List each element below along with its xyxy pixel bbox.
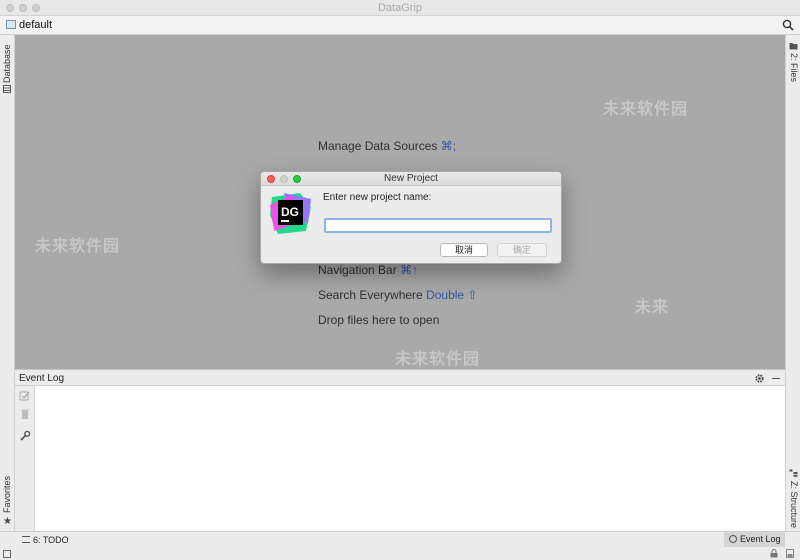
- project-name-input[interactable]: [324, 218, 552, 233]
- gear-icon[interactable]: [754, 373, 765, 384]
- new-project-dialog: New Project DG Enter new project name: 取…: [260, 171, 562, 264]
- list-icon: [22, 536, 30, 543]
- welcome-item-search-everywhere: Search Everywhere Double ⇧: [318, 288, 478, 302]
- favorites-tool-tab[interactable]: Favorites: [2, 476, 12, 513]
- ok-button[interactable]: 确定: [497, 243, 547, 257]
- mark-read-icon[interactable]: [19, 390, 31, 402]
- todo-tool-tab[interactable]: 6: TODO: [22, 535, 69, 545]
- cancel-button[interactable]: 取消: [440, 243, 488, 257]
- event-log-content: [35, 386, 785, 531]
- event-log-tool-tab[interactable]: Event Log: [724, 532, 785, 547]
- watermark: 未来软件园: [395, 351, 481, 368]
- dialog-title: New Project: [384, 173, 438, 184]
- shortcut-label: ⌘;: [440, 139, 457, 153]
- tool-windows-toggle-icon[interactable]: [3, 550, 11, 558]
- window-titlebar: DataGrip: [0, 0, 800, 16]
- structure-tool-tab[interactable]: Z: Structure: [789, 481, 799, 528]
- project-icon: [6, 20, 16, 29]
- shortcut-label: Double ⇧: [426, 288, 478, 302]
- datagrip-logo-icon: DG: [270, 193, 311, 234]
- star-icon: ★: [3, 516, 12, 527]
- event-log-title: Event Log: [19, 373, 65, 384]
- watermark: 未来软件园: [35, 238, 121, 255]
- shortcut-label: ⌘↑: [400, 263, 419, 277]
- watermark: 未来软件园: [603, 101, 689, 118]
- watermark: 未来: [635, 299, 670, 316]
- wrench-icon[interactable]: [19, 430, 31, 442]
- search-icon[interactable]: [782, 19, 794, 31]
- minimize-panel-icon[interactable]: [772, 378, 780, 379]
- memory-indicator-icon[interactable]: [786, 549, 794, 558]
- project-breadcrumb[interactable]: default: [19, 19, 52, 31]
- files-tool-tab[interactable]: 2: Files: [789, 53, 799, 82]
- window-title: DataGrip: [377, 2, 423, 14]
- dialog-titlebar: New Project: [261, 172, 561, 186]
- navigation-bar: default: [0, 16, 800, 35]
- welcome-item-manage-data-sources: Manage Data Sources ⌘;: [318, 139, 457, 153]
- structure-icon: [789, 469, 798, 477]
- event-log-toolbar: [15, 386, 35, 531]
- welcome-item-navigation-bar: Navigation Bar ⌘↑: [318, 263, 419, 277]
- lock-icon[interactable]: [770, 549, 778, 558]
- trash-icon[interactable]: [19, 408, 31, 420]
- event-log-icon: [729, 535, 737, 543]
- welcome-item-drop-files: Drop files here to open: [318, 313, 440, 327]
- database-icon: [3, 85, 11, 93]
- logo-text: DG: [281, 205, 299, 219]
- status-bar: 6: TODO Event Log: [0, 531, 800, 560]
- left-tool-stripe: 1: Database Favorites ★: [0, 35, 15, 531]
- dialog-prompt-label: Enter new project name:: [323, 192, 432, 203]
- right-tool-stripe: 2: Files Z: Structure: [785, 35, 800, 531]
- event-log-header: Event Log: [15, 369, 785, 386]
- files-icon: [789, 43, 798, 50]
